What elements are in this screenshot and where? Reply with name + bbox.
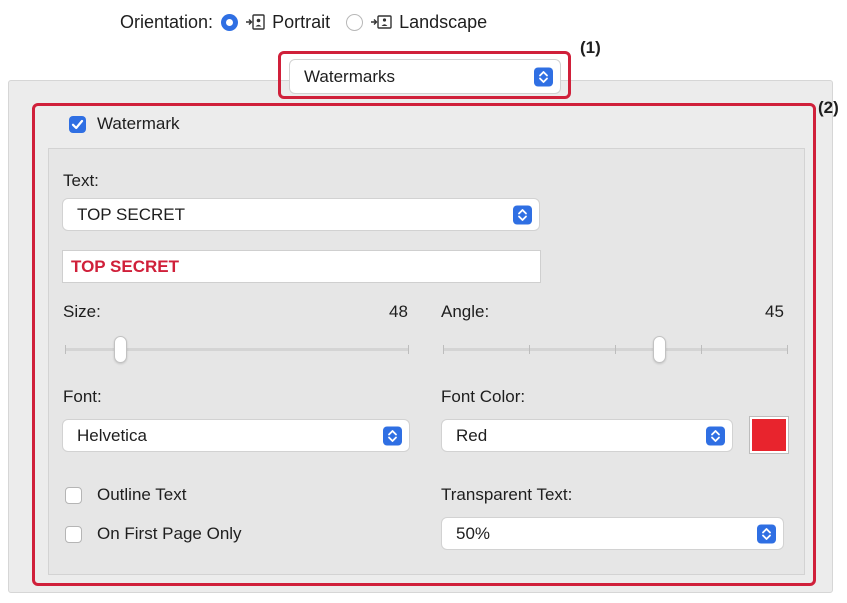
callout-number-2: (2)	[818, 98, 839, 117]
callout-number-1: (1)	[580, 38, 601, 57]
landscape-icon	[369, 13, 393, 31]
orientation-row: Orientation: Portrait Landscape	[120, 10, 487, 34]
orientation-label: Orientation:	[120, 11, 214, 32]
callout-box-2	[32, 103, 816, 586]
landscape-radio[interactable]	[346, 13, 364, 31]
landscape-label[interactable]: Landscape	[399, 12, 487, 33]
portrait-label[interactable]: Portrait	[272, 12, 330, 33]
portrait-icon	[244, 13, 266, 31]
portrait-radio[interactable]	[221, 13, 239, 31]
callout-box-1	[278, 51, 571, 99]
